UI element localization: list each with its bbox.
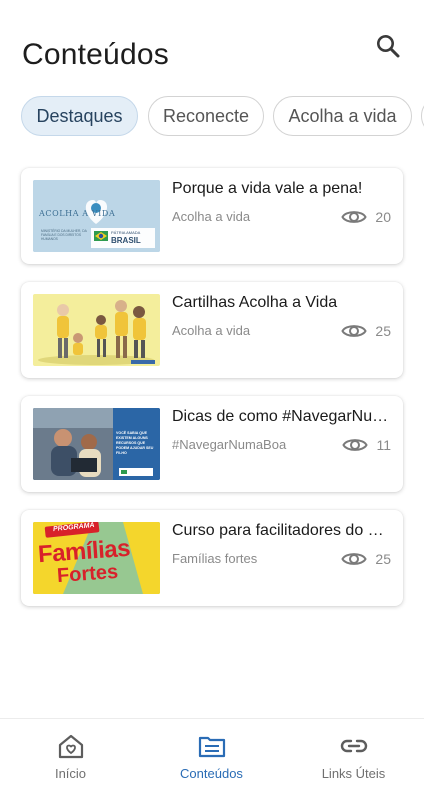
views-number: 25 [375, 323, 391, 339]
views-number: 11 [376, 437, 391, 453]
search-button[interactable] [370, 28, 406, 64]
view-count: 25 [341, 550, 391, 568]
views-number: 25 [375, 551, 391, 567]
nav-label: Links Úteis [321, 766, 386, 781]
content-card[interactable]: PROGRAMA Famílias Fortes Curso para faci… [21, 510, 403, 606]
thumbnail-footnote: MINISTÉRIO DA MULHER, DA FAMÍLIA E DOS D… [41, 229, 87, 241]
bottom-navigation: Início Conteúdos Links Úteis [0, 718, 424, 800]
card-category: Famílias fortes [172, 551, 258, 566]
link-icon [340, 739, 367, 753]
nav-inicio[interactable]: Início [0, 719, 141, 800]
app-header: Conteúdos [0, 0, 424, 92]
chip-acolha-a-vida[interactable]: Acolha a vida [273, 96, 412, 136]
thumbnail-line2: Fortes [56, 560, 119, 588]
card-title: Curso para facilitadores do Famílias For… [172, 522, 392, 539]
thumbnail-text: VOCÊ SABIA QUE EXISTEM ALGUNS RECURSOS Q… [116, 431, 154, 455]
home-heart-icon [58, 734, 83, 759]
chip-destaques[interactable]: Destaques [21, 96, 138, 136]
content-card[interactable]: ACOLHA A VIDA MINISTÉRIO DA MULHER, DA F… [21, 168, 403, 264]
views-number: 20 [375, 209, 391, 225]
content-thumbnail: PROGRAMA Famílias Fortes [33, 522, 160, 594]
nav-label: Início [54, 766, 87, 781]
content-card[interactable]: VOCÊ SABIA QUE EXISTEM ALGUNS RECURSOS Q… [21, 396, 403, 492]
eye-icon [341, 325, 368, 337]
nav-conteudos[interactable]: Conteúdos [141, 719, 282, 800]
content-thumbnail: ACOLHA A VIDA MINISTÉRIO DA MULHER, DA F… [33, 180, 160, 252]
card-title: Dicas de como #NavegarNumaBoa [172, 408, 392, 425]
view-count: 11 [342, 436, 391, 454]
nav-label: Conteúdos [180, 766, 243, 781]
card-category: #NavegarNumaBoa [172, 437, 287, 452]
card-category: Acolha a vida [172, 323, 251, 338]
thumbnail-brand-line1: PÁTRIA AMADA [111, 230, 141, 235]
thumbnail-heading: ACOLHA A VIDA [39, 209, 116, 218]
eye-icon [341, 211, 368, 223]
chip-reconecte[interactable]: Reconecte [148, 96, 264, 136]
category-chips: Destaques Reconecte Acolha a vida [0, 96, 424, 138]
content-card[interactable]: Cartilhas Acolha a Vida Acolha a vida 25 [21, 282, 403, 378]
view-count: 25 [341, 322, 391, 340]
content-thumbnail [33, 294, 160, 366]
view-count: 20 [341, 208, 391, 226]
content-list-icon [198, 736, 225, 758]
page-title: Conteúdos [22, 38, 169, 71]
content-thumbnail: VOCÊ SABIA QUE EXISTEM ALGUNS RECURSOS Q… [33, 408, 160, 480]
eye-icon [341, 553, 368, 565]
card-title: Porque a vida vale a pena! [172, 180, 363, 197]
nav-links-uteis[interactable]: Links Úteis [283, 719, 424, 800]
thumbnail-brand-line2: BRASIL [111, 236, 141, 245]
card-category: Acolha a vida [172, 209, 251, 224]
eye-icon [342, 439, 369, 451]
search-icon [377, 35, 400, 58]
card-title: Cartilhas Acolha a Vida [172, 294, 338, 311]
